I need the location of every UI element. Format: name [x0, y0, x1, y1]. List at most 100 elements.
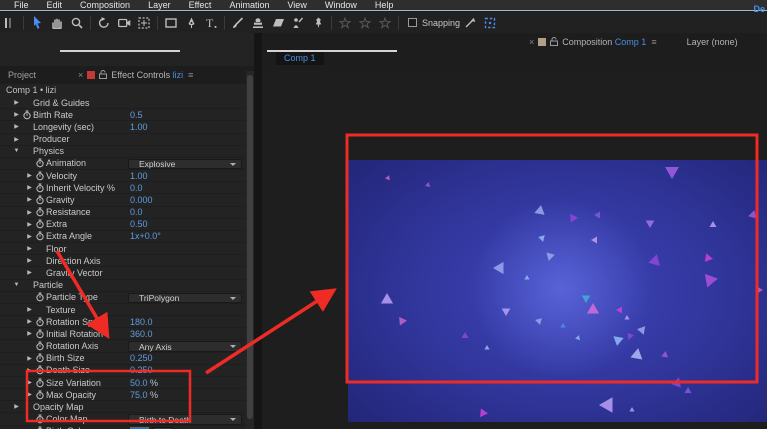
- close-icon[interactable]: ×: [529, 37, 534, 47]
- property-row-max-opacity[interactable]: ▶Max Opacity75.0 %: [0, 389, 246, 401]
- rotate-tool-icon[interactable]: [94, 14, 114, 32]
- stopwatch-icon[interactable]: [34, 329, 46, 339]
- property-row-producer[interactable]: ▶Producer: [0, 134, 246, 146]
- property-row-floor[interactable]: ▶Floor: [0, 243, 246, 255]
- mask-feather-icon[interactable]: [335, 14, 355, 32]
- dropdown-particle-type[interactable]: TriPolygon: [128, 293, 242, 304]
- stopwatch-icon[interactable]: [34, 195, 46, 205]
- property-row-inherit-velocity-[interactable]: ▶Inherit Velocity %0.0: [0, 182, 246, 194]
- twirl-right-icon[interactable]: ▶: [25, 221, 34, 228]
- dropdown-animation[interactable]: Explosive: [128, 159, 242, 170]
- dropdown-color-map[interactable]: Birth to Death: [128, 414, 242, 425]
- clone-stamp-tool-icon[interactable]: [248, 14, 268, 32]
- stopwatch-icon[interactable]: [34, 292, 46, 302]
- property-row-animation[interactable]: AnimationExplosive: [0, 158, 246, 170]
- composition-viewport[interactable]: [262, 70, 767, 429]
- snapping-checkbox[interactable]: [408, 18, 417, 27]
- stopwatch-icon[interactable]: [34, 365, 46, 375]
- pen-tool-icon[interactable]: [181, 14, 201, 32]
- property-value[interactable]: 1.00: [130, 122, 148, 132]
- close-icon[interactable]: ×: [78, 70, 83, 80]
- stopwatch-icon[interactable]: [34, 219, 46, 229]
- property-value[interactable]: 360.0: [130, 329, 153, 339]
- pan-behind-tool-icon[interactable]: [134, 14, 154, 32]
- convert-vertex-icon[interactable]: [355, 14, 375, 32]
- twirl-right-icon[interactable]: ▶: [25, 318, 34, 325]
- property-value[interactable]: 0.0: [130, 207, 143, 217]
- twirl-right-icon[interactable]: ▶: [25, 269, 34, 276]
- property-row-particle-type[interactable]: Particle TypeTriPolygon: [0, 292, 246, 304]
- panel-divider[interactable]: [254, 33, 262, 429]
- stopwatch-icon[interactable]: [34, 390, 46, 400]
- menu-effect[interactable]: Effect: [180, 0, 221, 10]
- camera-tool-icon[interactable]: [114, 14, 134, 32]
- snap-guide-icon[interactable]: [460, 14, 480, 32]
- scrollbar-thumb[interactable]: [247, 75, 253, 419]
- property-row-resistance[interactable]: ▶Resistance0.0: [0, 207, 246, 219]
- property-row-birth-rate[interactable]: ▶Birth Rate0.5: [0, 109, 246, 121]
- stopwatch-icon[interactable]: [34, 158, 46, 168]
- property-row-death-size[interactable]: ▶Death Size0.250: [0, 365, 246, 377]
- hand-tool-icon[interactable]: [47, 14, 67, 32]
- twirl-right-icon[interactable]: ▶: [25, 306, 34, 313]
- property-row-opacity-map[interactable]: ▶Opacity Map: [0, 401, 246, 413]
- tab-project[interactable]: Project: [8, 70, 36, 80]
- twirl-down-icon[interactable]: ▼: [12, 148, 21, 154]
- panel-menu-icon[interactable]: ≡: [188, 70, 193, 80]
- stopwatch-icon[interactable]: [34, 353, 46, 363]
- zoom-tool-icon[interactable]: [67, 14, 87, 32]
- tab-composition[interactable]: Composition Comp 1: [562, 37, 646, 47]
- twirl-right-icon[interactable]: ▶: [12, 403, 21, 410]
- menu-composition[interactable]: Composition: [71, 0, 139, 10]
- property-value[interactable]: 1x+0.0°: [130, 231, 161, 241]
- property-row-gravity-vector[interactable]: ▶Gravity Vector: [0, 267, 246, 279]
- dropdown-rotation-axis[interactable]: Any Axis: [128, 341, 242, 352]
- brush-tool-icon[interactable]: [228, 14, 248, 32]
- stopwatch-icon[interactable]: [34, 378, 46, 388]
- lock-icon[interactable]: [550, 33, 558, 51]
- twirl-right-icon[interactable]: ▶: [25, 379, 34, 386]
- stopwatch-icon[interactable]: [34, 341, 46, 351]
- stopwatch-icon[interactable]: [21, 110, 33, 120]
- property-row-extra-angle[interactable]: ▶Extra Angle1x+0.0°: [0, 231, 246, 243]
- snap-features-icon[interactable]: [480, 14, 500, 32]
- twirl-right-icon[interactable]: ▶: [25, 184, 34, 191]
- twirl-right-icon[interactable]: ▶: [12, 136, 21, 143]
- property-value[interactable]: 75.0 %: [130, 390, 158, 400]
- menu-animation[interactable]: Animation: [220, 0, 278, 10]
- twirl-right-icon[interactable]: ▶: [25, 245, 34, 252]
- twirl-right-icon[interactable]: ▶: [25, 196, 34, 203]
- stopwatch-icon[interactable]: [34, 317, 46, 327]
- menu-view[interactable]: View: [278, 0, 315, 10]
- property-row-particle[interactable]: ▼Particle: [0, 280, 246, 292]
- property-row-gravity[interactable]: ▶Gravity0.000: [0, 194, 246, 206]
- property-value[interactable]: 50.0 %: [130, 378, 158, 388]
- stopwatch-icon[interactable]: [34, 414, 46, 424]
- workspace-edge-icon[interactable]: [0, 14, 20, 32]
- workspace-label[interactable]: De: [753, 4, 765, 14]
- mask-vertex-icon[interactable]: [375, 14, 395, 32]
- composition-frame[interactable]: [348, 160, 767, 422]
- menu-file[interactable]: File: [5, 0, 38, 10]
- property-row-color-map[interactable]: Color MapBirth to Death: [0, 413, 246, 425]
- twirl-right-icon[interactable]: ▶: [25, 233, 34, 240]
- property-value[interactable]: 1.00: [130, 171, 148, 181]
- property-row-texture[interactable]: ▶Texture: [0, 304, 246, 316]
- property-row-size-variation[interactable]: ▶Size Variation50.0 %: [0, 377, 246, 389]
- property-value[interactable]: 0.5: [130, 110, 143, 120]
- property-value[interactable]: 0.250: [130, 353, 153, 363]
- stopwatch-icon[interactable]: [34, 183, 46, 193]
- twirl-right-icon[interactable]: ▶: [25, 391, 34, 398]
- twirl-right-icon[interactable]: ▶: [25, 172, 34, 179]
- tab-effect-controls[interactable]: Effect Controls lizi: [111, 70, 183, 80]
- twirl-right-icon[interactable]: ▶: [25, 330, 34, 337]
- property-row-birth-size[interactable]: ▶Birth Size0.250: [0, 353, 246, 365]
- rectangle-tool-icon[interactable]: [161, 14, 181, 32]
- property-row-initial-rotation[interactable]: ▶Initial Rotation360.0: [0, 328, 246, 340]
- menu-layer[interactable]: Layer: [139, 0, 180, 10]
- property-row-physics[interactable]: ▼Physics: [0, 146, 246, 158]
- eraser-tool-icon[interactable]: [268, 14, 288, 32]
- twirl-right-icon[interactable]: ▶: [25, 367, 34, 374]
- panel-menu-icon[interactable]: ≡: [651, 37, 656, 47]
- stopwatch-icon[interactable]: [34, 207, 46, 217]
